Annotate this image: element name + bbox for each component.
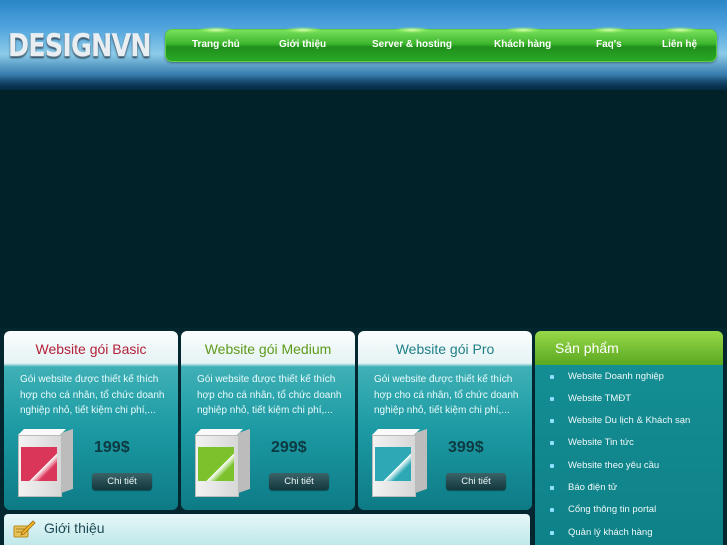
site-logo[interactable]: DESIGNVN [8,28,152,64]
bullet-icon [550,464,554,468]
sidebar-item-label: Quản lý khách hàng [568,527,653,538]
package-price: 399$ [448,439,484,456]
pencil-icon [13,520,36,538]
sidebar-item-crm[interactable]: Quản lý khách hàng [535,523,723,543]
sidebar-item-label: Website TMĐT [568,393,631,404]
bullet-icon [550,397,554,401]
sidebar-item-e-newspaper[interactable]: Báo điện tử [535,478,723,498]
nav-customers[interactable]: Khách hàng [494,27,552,61]
nav-about[interactable]: Giới thiệu [279,27,327,61]
details-button[interactable]: Chi tiết [269,473,329,490]
product-box-icon [372,428,428,501]
bullet-icon [550,441,554,445]
package-title[interactable]: Website gói Medium [181,341,355,357]
main-nav: Trang chủ Giới thiệu Server & hosting Kh… [165,27,717,62]
sidebar-item-travel-hotel-website[interactable]: Website Du lịch & Khách sạn [535,411,723,431]
package-price: 299$ [271,439,307,456]
sidebar-item-label: Website Doanh nghiệp [568,371,664,382]
sidebar-item-label: Báo điện tử [568,482,618,493]
package-description: Gói website được thiết kế thích hợp cho … [20,374,165,416]
bullet-icon [550,375,554,379]
package-title[interactable]: Website gói Basic [4,341,178,357]
nav-home[interactable]: Trang chủ [192,27,240,61]
details-button[interactable]: Chi tiết [92,473,152,490]
sidebar-item-label: Website theo yêu cầu [568,460,660,471]
nav-label: Liên hệ [662,39,698,50]
nav-label: Server & hosting [372,39,453,50]
details-button[interactable]: Chi tiết [446,473,506,490]
nav-label: Trang chủ [192,39,240,50]
products-sidebar: Sản phẩm Website Doanh nghiệp Website TM… [535,331,723,545]
sidebar-header: Sản phẩm [535,331,723,365]
nav-label: Faq's [596,39,622,50]
package-price: 199$ [94,439,130,456]
package-card-pro: Website gói Pro Gói website được thiết k… [358,331,532,510]
bullet-icon [550,508,554,512]
sidebar-item-custom-website[interactable]: Website theo yêu cầu [535,456,723,476]
nav-label: Khách hàng [494,39,552,50]
intro-section-header: Giới thiệu [4,514,530,545]
product-box-icon [195,428,251,501]
sidebar-item-portal[interactable]: Cổng thông tin portal [535,500,723,520]
intro-title: Giới thiệu [44,520,105,536]
package-title[interactable]: Website gói Pro [358,341,532,357]
package-card-medium: Website gói Medium Gói website được thiế… [181,331,355,510]
banner-area [0,90,727,328]
package-description: Gói website được thiết kế thích hợp cho … [374,374,519,416]
sidebar-item-label: Website Tin tức [568,437,634,448]
sidebar-title: Sản phẩm [555,340,619,356]
site-header: DESIGNVN Trang chủ Giới thiệu Server & h… [0,0,727,90]
product-box-icon [18,428,74,501]
bullet-icon [550,531,554,535]
bullet-icon [550,419,554,423]
nav-faqs[interactable]: Faq's [590,27,627,61]
package-description: Gói website được thiết kế thích hợp cho … [197,374,342,416]
nav-server-hosting[interactable]: Server & hosting [372,27,453,61]
bullet-icon [550,486,554,490]
sidebar-item-label: Cổng thông tin portal [568,504,657,515]
sidebar-item-business-website[interactable]: Website Doanh nghiệp [535,367,723,387]
nav-label: Giới thiệu [279,39,327,50]
nav-contact[interactable]: Liên hệ [661,27,698,61]
package-card-basic: Website gói Basic Gói website được thiết… [4,331,178,510]
sidebar-item-ecommerce-website[interactable]: Website TMĐT [535,389,723,409]
sidebar-item-news-website[interactable]: Website Tin tức [535,433,723,453]
sidebar-item-label: Website Du lịch & Khách sạn [568,415,691,426]
